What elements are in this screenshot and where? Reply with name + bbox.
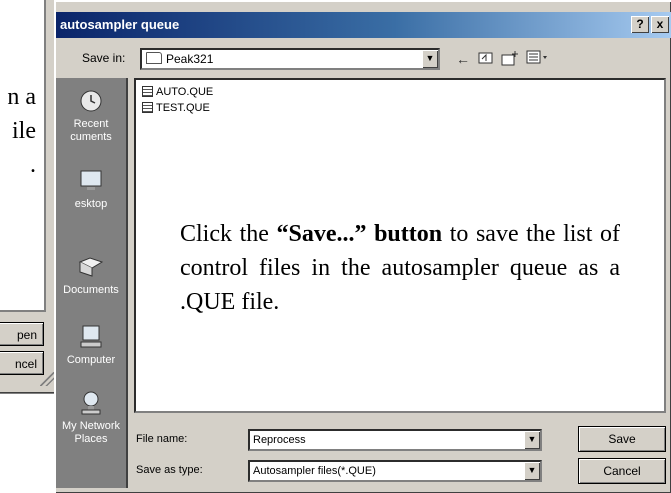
back-arrow-icon[interactable]: ← bbox=[454, 50, 472, 68]
close-button[interactable]: x bbox=[651, 16, 669, 33]
file-icon bbox=[142, 102, 153, 113]
place-label: My Network Places bbox=[61, 420, 121, 445]
dialog-title: autosampler queue bbox=[60, 17, 180, 32]
place-label: Documents bbox=[63, 284, 119, 296]
title-bar: autosampler queue ? x bbox=[56, 12, 671, 38]
background-dialog-text: n a ile . bbox=[7, 84, 36, 178]
place-my-computer[interactable]: Computer bbox=[56, 324, 126, 367]
resize-grip-icon[interactable] bbox=[40, 372, 54, 386]
chevron-down-icon[interactable]: ▼ bbox=[524, 431, 540, 449]
save-in-label: Save in: bbox=[82, 51, 126, 65]
save-as-type-value: Autosampler files(*.QUE) bbox=[253, 465, 376, 477]
chevron-down-icon[interactable]: ▼ bbox=[422, 50, 438, 68]
save-button[interactable]: Save bbox=[578, 426, 666, 452]
place-network[interactable]: My Network Places bbox=[56, 390, 126, 446]
cancel-button[interactable]: Cancel bbox=[578, 458, 666, 484]
recent-documents-icon bbox=[80, 90, 102, 112]
file-name-label: File name: bbox=[136, 433, 188, 445]
my-computer-icon bbox=[80, 325, 102, 348]
new-folder-icon[interactable] bbox=[500, 50, 520, 68]
my-documents-icon bbox=[78, 257, 104, 277]
list-item[interactable]: TEST.QUE bbox=[142, 101, 210, 115]
network-places-icon bbox=[81, 391, 101, 415]
folder-icon bbox=[146, 52, 162, 64]
file-name-input[interactable]: Reprocess ▼ bbox=[248, 429, 542, 451]
save-in-value: Peak321 bbox=[166, 52, 214, 66]
desktop-icon bbox=[80, 170, 102, 190]
instructions-bold: “Save...” button bbox=[276, 221, 443, 247]
save-dialog: autosampler queue ? x Save in: Peak321 ▼… bbox=[54, 0, 671, 493]
file-list[interactable]: AUTO.QUE TEST.QUE Click the “Save...” bu… bbox=[134, 78, 666, 413]
places-bar: Recent cuments esktop Documents Computer… bbox=[56, 78, 128, 488]
file-icon bbox=[142, 86, 153, 97]
view-menu-icon[interactable] bbox=[524, 50, 552, 68]
background-cancel-button[interactable]: ncel bbox=[0, 351, 44, 375]
save-as-type-dropdown[interactable]: Autosampler files(*.QUE) ▼ bbox=[248, 460, 542, 482]
instructions-callout: Click the “Save...” button to save the l… bbox=[180, 217, 620, 319]
help-button[interactable]: ? bbox=[631, 16, 649, 33]
file-name: AUTO.QUE bbox=[156, 86, 214, 98]
place-label: Computer bbox=[66, 354, 116, 366]
save-as-type-label: Save as type: bbox=[136, 464, 203, 476]
instructions-pre: Click the bbox=[180, 221, 277, 247]
list-item[interactable]: AUTO.QUE bbox=[142, 85, 213, 99]
place-label: esktop bbox=[74, 198, 108, 210]
file-name-value: Reprocess bbox=[253, 434, 306, 446]
file-name: TEST.QUE bbox=[156, 102, 210, 114]
place-label: Recent cuments bbox=[70, 118, 112, 143]
background-dialog-client: n a ile . bbox=[0, 0, 46, 312]
save-in-dropdown[interactable]: Peak321 ▼ bbox=[140, 48, 440, 70]
background-open-button[interactable]: pen bbox=[0, 322, 44, 346]
place-my-documents[interactable]: Documents bbox=[56, 254, 126, 297]
chevron-down-icon[interactable]: ▼ bbox=[524, 462, 540, 480]
up-folder-icon[interactable] bbox=[476, 50, 496, 68]
place-desktop[interactable]: esktop bbox=[56, 168, 126, 211]
place-recent-documents[interactable]: Recent cuments bbox=[56, 88, 126, 144]
